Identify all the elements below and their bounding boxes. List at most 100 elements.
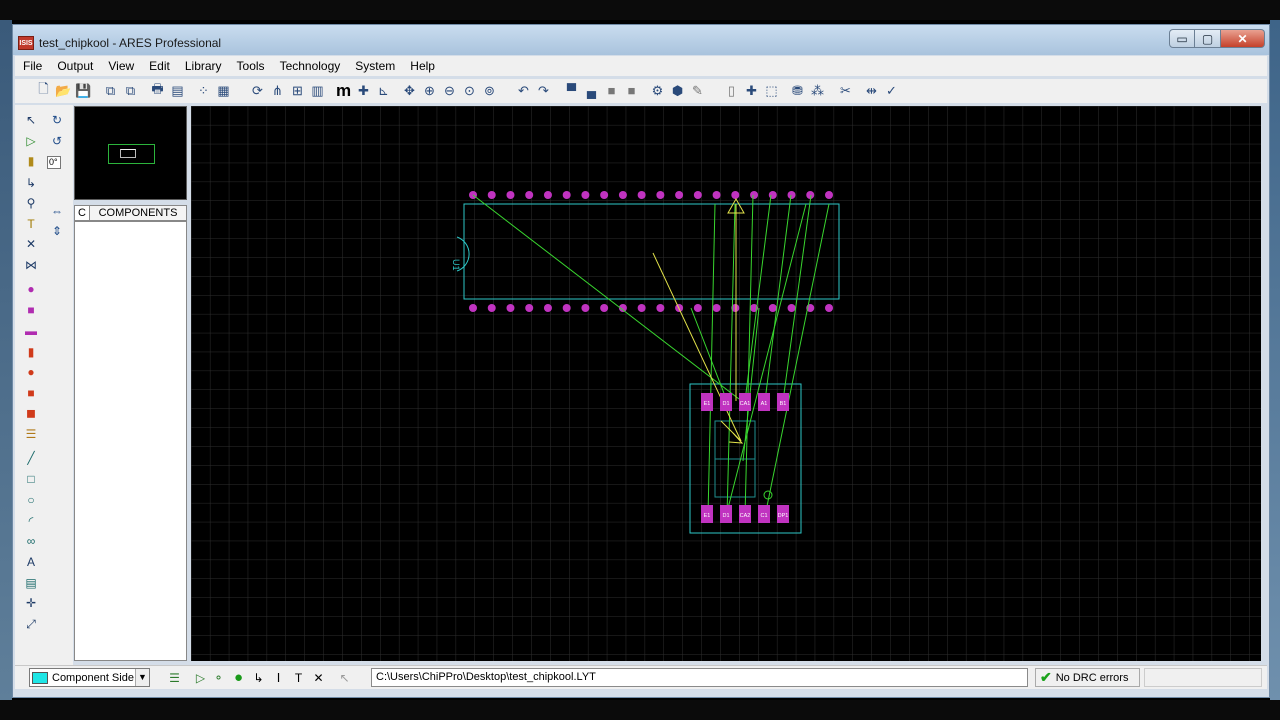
symbol-icon[interactable]: ▤ bbox=[23, 575, 39, 591]
print-area-icon[interactable]: ▤ bbox=[169, 82, 186, 99]
autoroute-icon[interactable]: ⬚ bbox=[763, 82, 780, 99]
gateswap-icon[interactable]: ✂ bbox=[837, 82, 854, 99]
pcb-layout-svg[interactable]: U1 E1 D1 CA1 A1 B1 E1 D1 CA2 C1 DP1 bbox=[191, 106, 1261, 661]
flip-horizontal-icon[interactable]: ⇔ bbox=[49, 203, 65, 219]
grid-icon[interactable]: ▦ bbox=[215, 82, 232, 99]
track-icon[interactable]: ↳ bbox=[251, 670, 266, 685]
rotation-angle-field[interactable]: 0° bbox=[47, 156, 61, 169]
component-list[interactable] bbox=[74, 221, 187, 661]
page-icon[interactable]: ▯ bbox=[723, 82, 740, 99]
overview-window[interactable] bbox=[74, 106, 187, 200]
mirror-icon[interactable]: ⋔ bbox=[269, 82, 286, 99]
property-assign-icon[interactable]: ⁂ bbox=[809, 82, 826, 99]
make-package-icon[interactable]: ⬢ bbox=[669, 82, 686, 99]
rotate-clockwise-icon[interactable]: ↻ bbox=[49, 112, 65, 128]
menu-technology[interactable]: Technology bbox=[272, 59, 348, 73]
block-move-icon[interactable]: ▄ bbox=[583, 82, 600, 99]
dimension-icon[interactable]: ⤢ bbox=[23, 616, 39, 632]
menu-tools[interactable]: Tools bbox=[229, 59, 272, 73]
menu-system[interactable]: System bbox=[347, 59, 402, 73]
menu-view[interactable]: View bbox=[100, 59, 141, 73]
box-icon[interactable]: □ bbox=[23, 471, 39, 487]
component-mode-icon[interactable]: ▷ bbox=[23, 133, 39, 149]
zoom-all-icon[interactable]: ⊙ bbox=[461, 82, 478, 99]
arrow-icon[interactable]: ↖ bbox=[337, 670, 352, 685]
new-icon[interactable]: 🗋 bbox=[35, 81, 52, 99]
ratsnest-mode-icon[interactable]: ✕ bbox=[23, 236, 39, 252]
print-icon[interactable]: 🖶 bbox=[149, 81, 166, 99]
maximize-button[interactable]: ▢ bbox=[1195, 29, 1221, 48]
layer-selector[interactable]: Component Side ▼ bbox=[29, 668, 150, 687]
ares-app-icon[interactable]: ISIS bbox=[18, 36, 34, 50]
zoom-in-icon[interactable]: ⊕ bbox=[421, 82, 438, 99]
tidy-icon[interactable]: ⇹ bbox=[863, 82, 880, 99]
zoom-out-icon[interactable]: ⊖ bbox=[441, 82, 458, 99]
drc-status[interactable]: ✔ No DRC errors bbox=[1035, 668, 1140, 687]
block-copy-icon[interactable]: ▀ bbox=[563, 82, 580, 99]
zone-icon[interactable]: T bbox=[291, 670, 306, 685]
pick-library-icon[interactable]: ⚙ bbox=[649, 82, 666, 99]
origin-icon[interactable]: ✚ bbox=[355, 82, 372, 99]
edge-pad-icon[interactable]: ▮ bbox=[23, 344, 39, 360]
export-icon[interactable]: ⧉ bbox=[122, 82, 139, 99]
minimize-button[interactable]: ▭ bbox=[1169, 29, 1195, 48]
padstack-icon[interactable]: ☰ bbox=[23, 426, 39, 442]
text-icon[interactable]: A bbox=[23, 554, 39, 570]
zoom-area-icon[interactable]: ⊚ bbox=[481, 82, 498, 99]
package-mode-icon[interactable]: ▮ bbox=[23, 153, 39, 169]
circular-smt-pad-icon[interactable]: ● bbox=[23, 364, 39, 380]
layers-stack-icon[interactable]: ☰ bbox=[167, 670, 182, 685]
line-icon[interactable]: ╱ bbox=[23, 450, 39, 466]
import-icon[interactable]: ⧉ bbox=[102, 82, 119, 99]
chevron-down-icon[interactable]: ▼ bbox=[135, 669, 149, 686]
drc-check-icon[interactable]: ✓ bbox=[883, 82, 900, 99]
refresh-icon[interactable]: ⟳ bbox=[249, 82, 266, 99]
circle-icon[interactable]: ○ bbox=[23, 492, 39, 508]
block-delete-icon[interactable]: ■ bbox=[623, 82, 640, 99]
block-rotate-icon[interactable]: ■ bbox=[603, 82, 620, 99]
open-icon[interactable]: 📂 bbox=[55, 82, 72, 99]
menu-library[interactable]: Library bbox=[177, 59, 229, 73]
grid-dots-icon[interactable]: ⁘ bbox=[195, 82, 212, 99]
round-pad-icon[interactable]: ● bbox=[23, 281, 39, 297]
rotate-anticlockwise-icon[interactable]: ↺ bbox=[49, 133, 65, 149]
save-icon[interactable]: 💾 bbox=[75, 82, 92, 99]
menu-help[interactable]: Help bbox=[402, 59, 442, 73]
redo-icon[interactable]: ↷ bbox=[535, 82, 552, 99]
undo-icon[interactable]: ↶ bbox=[515, 82, 532, 99]
component-pick-button[interactable]: C bbox=[74, 205, 90, 221]
square-pad-icon[interactable]: ■ bbox=[23, 302, 39, 318]
play-icon[interactable]: ▷ bbox=[193, 670, 208, 685]
marker-icon[interactable]: ✛ bbox=[23, 595, 39, 611]
metric-icon[interactable]: m bbox=[335, 81, 352, 100]
flip-vertical-icon[interactable]: ⇕ bbox=[49, 223, 65, 239]
search-tag-icon[interactable]: ⛃ bbox=[789, 82, 806, 99]
layers-icon[interactable]: ▥ bbox=[309, 82, 326, 99]
selection-mode-icon[interactable]: ↖ bbox=[23, 112, 39, 128]
connectivity-mode-icon[interactable]: ⋈ bbox=[23, 257, 39, 273]
via-mode-icon[interactable]: ⚲ bbox=[23, 195, 39, 211]
dip-pad-bottom bbox=[637, 304, 646, 312]
pan-icon[interactable]: ✥ bbox=[401, 82, 418, 99]
zone-mode-icon[interactable]: T bbox=[23, 216, 39, 232]
menu-file[interactable]: File bbox=[15, 59, 49, 73]
pad-mode-icon[interactable]: ⚬ bbox=[211, 670, 226, 685]
pcb-editing-canvas[interactable]: U1 E1 D1 CA1 A1 B1 E1 D1 CA2 C1 DP1 bbox=[191, 106, 1261, 661]
path-icon[interactable]: ∞ bbox=[23, 533, 39, 549]
track-mode-icon[interactable]: ↳ bbox=[23, 175, 39, 191]
arc-icon[interactable]: ◜ bbox=[23, 513, 39, 529]
menu-output[interactable]: Output bbox=[49, 59, 100, 73]
rectangular-smt-pad-icon[interactable]: ■ bbox=[23, 385, 39, 401]
polygonal-smt-pad-icon[interactable]: ◼ bbox=[23, 405, 39, 421]
autoplace-icon[interactable]: ✚ bbox=[743, 82, 760, 99]
dil-pad-icon[interactable]: ▬ bbox=[23, 323, 39, 339]
decompose-icon[interactable]: ✎ bbox=[689, 82, 706, 99]
trace-icon[interactable]: Ⅰ bbox=[271, 670, 286, 685]
menu-edit[interactable]: Edit bbox=[141, 59, 177, 73]
cursor-origin-icon[interactable]: ⊾ bbox=[375, 82, 392, 99]
snap-grid-icon[interactable]: ⊞ bbox=[289, 82, 306, 99]
close-button[interactable]: ✕ bbox=[1221, 29, 1265, 48]
title-bar[interactable]: ISIS test_chipkool - ARES Professional ▭… bbox=[13, 25, 1269, 55]
ratsnest-icon[interactable]: ✕ bbox=[311, 670, 326, 685]
via-icon[interactable]: ● bbox=[231, 669, 246, 686]
